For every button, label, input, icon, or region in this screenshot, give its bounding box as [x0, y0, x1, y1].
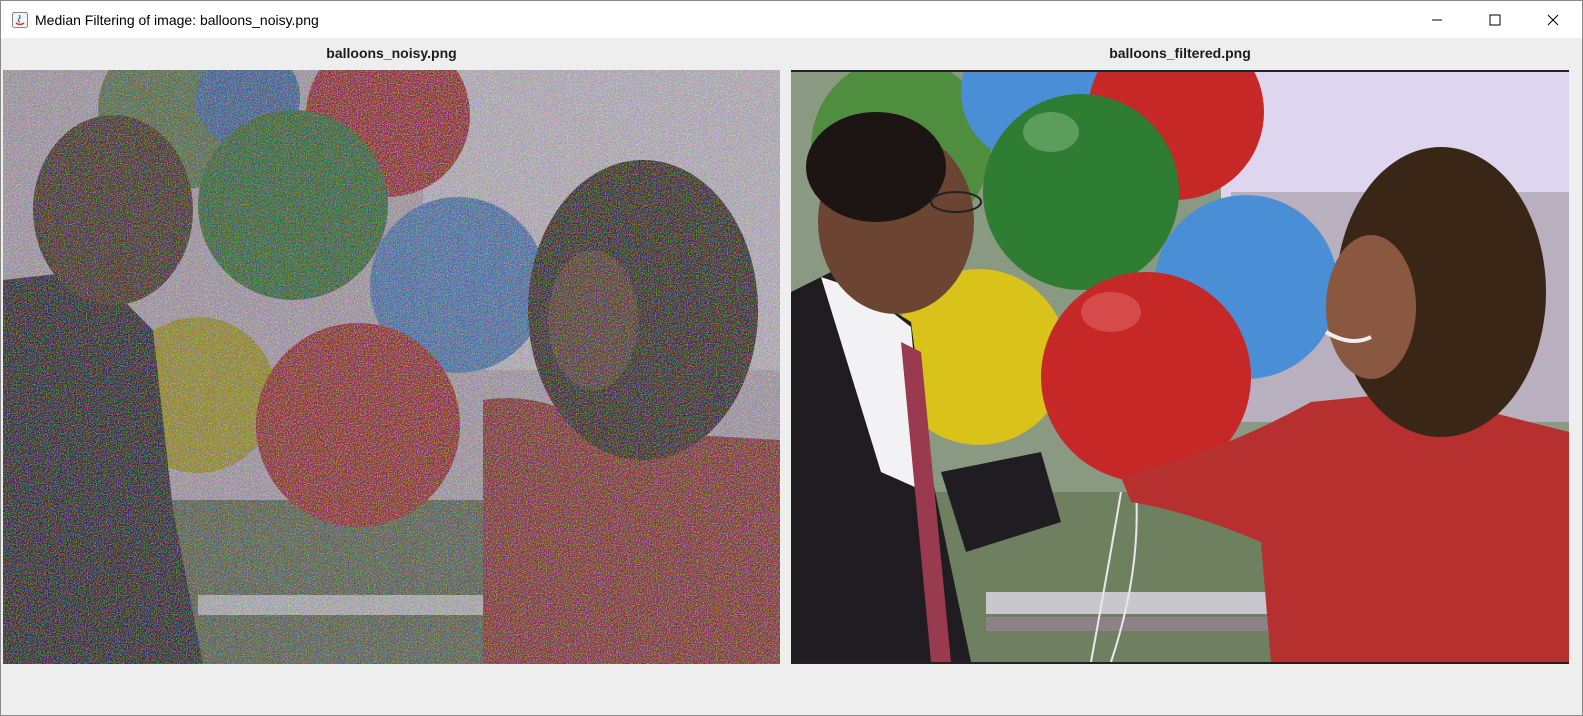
app-window: Median Filtering of image: balloons_nois… [0, 0, 1583, 716]
minimize-button[interactable] [1408, 1, 1466, 38]
window-controls [1408, 1, 1582, 38]
window-title: Median Filtering of image: balloons_nois… [35, 11, 319, 28]
noisy-image [3, 70, 780, 664]
noisy-image-label: balloons_noisy.png [326, 45, 457, 61]
status-area [1, 665, 1582, 715]
filtered-image-panel [791, 70, 1569, 664]
close-button[interactable] [1524, 1, 1582, 38]
minimize-icon [1432, 19, 1442, 20]
filtered-image [791, 72, 1569, 662]
title-bar[interactable]: Median Filtering of image: balloons_nois… [1, 1, 1582, 38]
maximize-icon [1489, 14, 1501, 25]
close-icon [1547, 14, 1559, 25]
noisy-image-panel [3, 70, 780, 664]
maximize-button[interactable] [1466, 1, 1524, 38]
filtered-image-label: balloons_filtered.png [1109, 45, 1251, 61]
java-app-icon [11, 11, 29, 29]
